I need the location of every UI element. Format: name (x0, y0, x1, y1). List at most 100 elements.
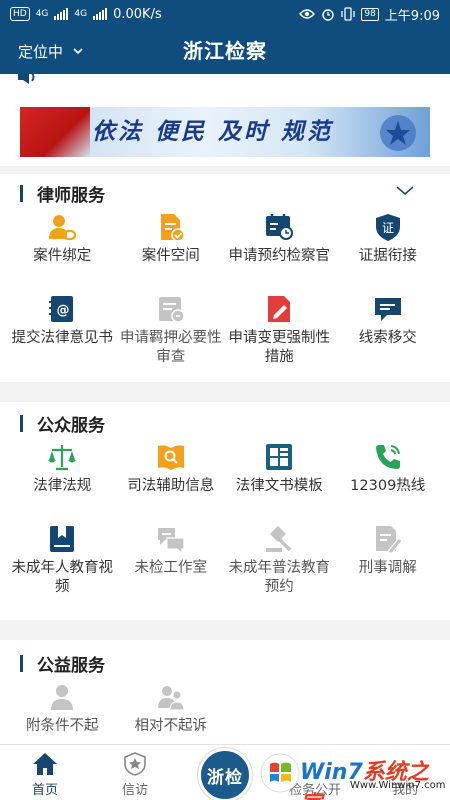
watermark-brand: Win7系统之家 (300, 760, 429, 800)
network-type-2: 4G (74, 9, 88, 19)
service-label: 证据衔接 (358, 248, 417, 264)
service-clue-transfer[interactable]: 线索移交 (334, 294, 443, 376)
battery-icon: 98 (361, 7, 379, 21)
chevron-down-icon (73, 48, 83, 55)
service-evidence[interactable]: 证 证据衔接 (334, 212, 443, 294)
network-speed: 0.00K/s (113, 6, 162, 22)
section-header: 公众服务 (20, 410, 105, 436)
chat-transfer-icon (373, 294, 403, 324)
status-bar: HD 4G 4G 0.00K/s 98 上午9:09 (0, 0, 450, 28)
service-case-space[interactable]: 案件空间 (117, 212, 226, 294)
person-icon (47, 682, 77, 712)
service-appointment[interactable]: 申请预约检察官 (225, 212, 334, 294)
service-label: 附条件不起 (26, 718, 99, 734)
lawyer-services-grid: 案件绑定 案件空间 申请预约检察官 证 证据衔接 @ 提交法律意见书 申请羁押必… (8, 212, 442, 376)
flag-graphic (20, 107, 90, 157)
section-title: 公众服务 (37, 415, 105, 436)
speaker-icon (18, 74, 35, 84)
person-link-icon (47, 212, 77, 242)
section-marker (20, 654, 23, 672)
badge-star-icon (124, 752, 146, 776)
alarm-icon (322, 9, 335, 21)
notice-bar[interactable] (0, 74, 450, 96)
section-title: 律师服务 (37, 185, 105, 206)
bookmark-book-icon (47, 524, 77, 554)
section-marker (20, 184, 23, 202)
service-label: 刑事调解 (358, 560, 417, 576)
certificate-shield-icon: 证 (373, 212, 403, 242)
welfare-services-section: 公益服务 附条件不起 相对不起诉 (0, 640, 450, 744)
location-label: 定位中 (18, 42, 64, 61)
service-law-education[interactable]: 未成年普法教育预约 (225, 524, 334, 606)
book-search-icon (156, 442, 186, 472)
section-header: 公益服务 (20, 650, 105, 676)
scales-icon (47, 442, 77, 472)
service-label: 相对不起诉 (134, 718, 208, 734)
app-header: 定位中 浙江检察 (0, 28, 450, 74)
hd-indicator: HD (10, 7, 30, 21)
watermark-url: Www.Winwin7.com (350, 780, 446, 791)
clock: 上午9:09 (384, 8, 440, 24)
signal-icon-2 (93, 8, 108, 20)
service-change-measures[interactable]: 申请变更强制性措施 (225, 294, 334, 376)
service-label: 法律法规 (33, 478, 92, 494)
service-hotline[interactable]: 12309热线 (334, 442, 443, 524)
gavel-icon (264, 524, 294, 554)
service-label: 未检工作室 (134, 560, 208, 576)
service-label: 申请变更强制性措施 (228, 330, 331, 365)
section-marker (20, 414, 23, 432)
public-services-section: 公众服务 法律法规 司法辅助信息 法律文书模板 12309热线 未成年人教育视频… (0, 402, 450, 620)
service-judicial-info[interactable]: 司法辅助信息 (117, 442, 226, 524)
document-edit-icon (264, 294, 294, 324)
service-minor-video[interactable]: 未成年人教育视频 (8, 524, 117, 606)
form-review-icon (156, 294, 186, 324)
service-detention-review[interactable]: 申请羁押必要性审查 (117, 294, 226, 376)
template-grid-icon (264, 442, 294, 472)
svg-text:@: @ (57, 303, 70, 318)
people-icon (156, 682, 186, 712)
service-conditional-nonprosecution[interactable]: 附条件不起 (8, 682, 117, 744)
tab-petition[interactable]: 信访 (90, 745, 180, 800)
service-juvenile-studio[interactable]: 未检工作室 (117, 524, 226, 606)
network-type-1: 4G (35, 9, 49, 19)
chat-bubbles-icon (156, 524, 186, 554)
service-laws[interactable]: 法律法规 (8, 442, 117, 524)
section-title: 公益服务 (37, 655, 105, 676)
home-icon (33, 753, 57, 775)
banner-slogan: 依法 便民 及时 规范 (92, 119, 334, 145)
windows-logo-icon (260, 753, 300, 793)
service-label: 未成年人教育视频 (11, 560, 114, 595)
notebook-at-icon: @ (47, 294, 77, 324)
location-selector[interactable]: 定位中 (18, 28, 83, 74)
collapse-chevron-icon[interactable] (396, 186, 414, 196)
tab-home[interactable]: 首页 (0, 745, 90, 800)
document-pen-icon (373, 524, 403, 554)
section-header: 律师服务 (20, 180, 105, 206)
service-label: 申请预约检察官 (228, 248, 331, 264)
tab-label: 信访 (121, 783, 148, 798)
service-label: 未成年普法教育预约 (228, 560, 331, 595)
welfare-services-grid: 附条件不起 相对不起诉 (8, 682, 442, 744)
svg-text:证: 证 (382, 221, 394, 235)
service-label: 司法辅助信息 (127, 478, 215, 494)
lawyer-services-section: 律师服务 案件绑定 案件空间 申请预约检察官 证 证据衔接 @ 提交法律意见书 … (0, 174, 450, 382)
service-label: 线索移交 (358, 330, 417, 346)
vibrate-icon (341, 7, 355, 21)
service-relative-nonprosecution[interactable]: 相对不起诉 (117, 682, 226, 744)
service-label: 提交法律意见书 (11, 330, 114, 346)
service-label: 申请羁押必要性审查 (120, 330, 222, 365)
center-action-button[interactable]: 浙检 (198, 748, 252, 800)
service-mediation[interactable]: 刑事调解 (334, 524, 443, 606)
eye-icon (299, 9, 316, 19)
service-doc-templates[interactable]: 法律文书模板 (225, 442, 334, 524)
procuratorate-emblem-icon (380, 115, 416, 151)
document-check-icon (156, 212, 186, 242)
watermark: Win7系统之家 Www.Winwin7.com (258, 748, 450, 800)
public-services-grid: 法律法规 司法辅助信息 法律文书模板 12309热线 未成年人教育视频 未检工作… (8, 442, 442, 606)
banner-section: 依法 便民 及时 规范 (0, 96, 450, 166)
service-label: 案件空间 (141, 248, 200, 264)
service-case-binding[interactable]: 案件绑定 (8, 212, 117, 294)
signal-icon (54, 8, 69, 20)
banner-image[interactable]: 依法 便民 及时 规范 (20, 107, 430, 157)
service-legal-opinion[interactable]: @ 提交法律意见书 (8, 294, 117, 376)
